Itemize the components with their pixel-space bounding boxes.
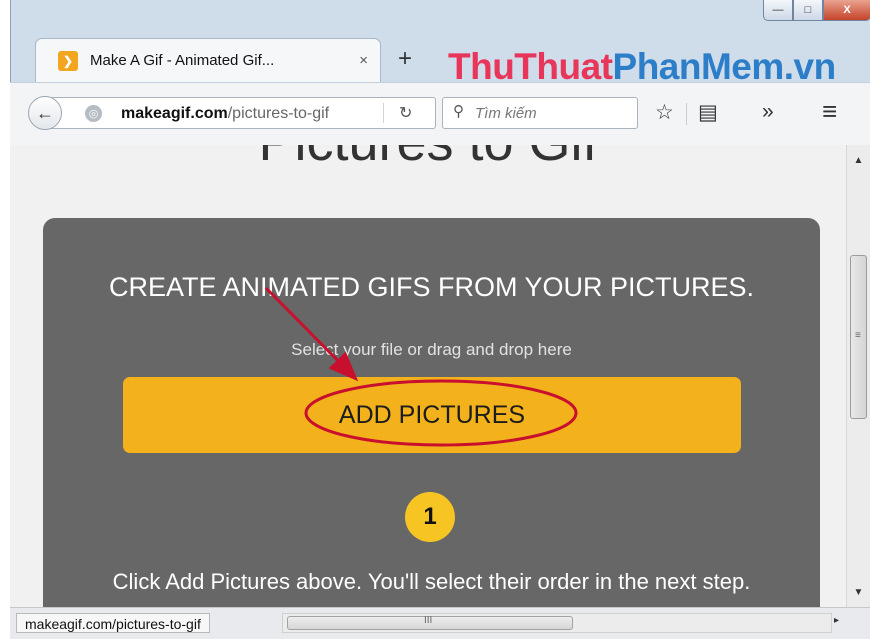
url-path: /pictures-to-gif [227,105,330,122]
url-divider [383,103,384,123]
status-link-preview: makeagif.com/pictures-to-gif [16,613,210,633]
hscroll-grip-icon: III [424,615,433,626]
back-button[interactable]: ← [28,96,62,130]
minimize-button[interactable]: — [763,0,793,21]
menu-hamburger-icon[interactable]: ≡ [822,96,837,127]
overflow-chevron-icon[interactable]: » [762,100,774,124]
url-domain: makeagif.com [121,105,228,122]
watermark-part-1: ThuThuat [448,46,613,87]
page-viewport: Pictures to Gif CREATE ANIMATED GIFS FRO… [10,145,846,607]
vertical-scroll-thumb[interactable]: ≡ [850,255,867,419]
upload-card: CREATE ANIMATED GIFS FROM YOUR PICTURES.… [43,218,820,607]
horizontal-scroll-thumb[interactable]: III [287,615,573,630]
step-instruction: Click Add Pictures above. You'll select … [112,569,751,594]
horizontal-scrollbar[interactable]: III [282,613,832,633]
bookmark-star-icon[interactable]: ☆ [655,100,674,125]
search-icon: ⚲ [453,103,464,120]
search-input[interactable] [475,102,625,124]
makeagif-favicon-icon: ❯ [58,50,78,71]
window-controls: — □ X [763,0,870,22]
reading-list-icon[interactable]: ▤ [698,100,718,125]
add-pictures-button[interactable]: ADD PICTURES [123,377,741,453]
step-number-badge: 1 [405,492,455,542]
search-box[interactable]: ⚲ [442,97,638,129]
scroll-down-arrow[interactable]: ▼ [847,587,870,598]
vertical-scrollbar[interactable]: ▲ ≡ ▼ [846,145,870,607]
scroll-right-arrow[interactable]: ▸ [834,615,839,626]
scroll-up-arrow[interactable]: ▲ [847,155,870,166]
scroll-grip-icon: ≡ [855,330,861,341]
reload-icon[interactable]: ↻ [399,103,412,123]
page-heading: Pictures to Gif [10,145,846,173]
close-window-button[interactable]: X [823,0,870,21]
url-text[interactable]: makeagif.com/pictures-to-gif [121,105,371,123]
site-identity-icon[interactable]: ◎ [85,105,102,122]
navigation-toolbar: ← ◎ makeagif.com/pictures-to-gif ↻ ⚲ ☆ ▤… [10,82,870,146]
toolbar-divider [686,103,687,125]
address-bar[interactable]: ◎ makeagif.com/pictures-to-gif ↻ [46,97,436,129]
card-headline: CREATE ANIMATED GIFS FROM YOUR PICTURES. [108,272,755,302]
browser-tab[interactable]: ❯ Make A Gif - Animated Gif... × [35,38,381,82]
back-arrow-icon: ← [36,102,54,123]
tab-title: Make A Gif - Animated Gif... [90,52,275,69]
new-tab-button[interactable]: + [391,44,419,74]
watermark-part-2: PhanMem.vn [612,46,837,87]
tab-close-icon[interactable]: × [359,52,368,69]
upload-instructions: Select your file or drag and drop here [291,340,572,359]
status-bar: makeagif.com/pictures-to-gif III ▸ [10,607,870,639]
maximize-button[interactable]: □ [793,0,823,21]
